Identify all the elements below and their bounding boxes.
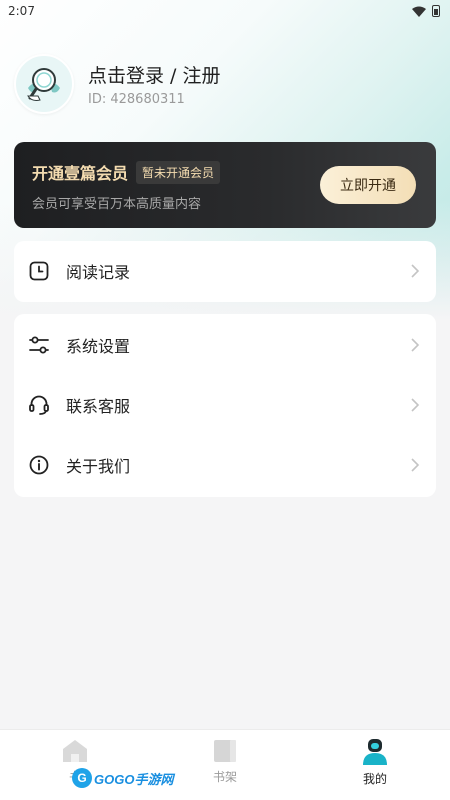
nav-tab-bookstore[interactable]: 书 — [0, 730, 150, 800]
watermark-text: GOGO手游网 — [94, 771, 174, 787]
watermark: G GOGO手游网 — [72, 768, 173, 788]
status-time: 2:07 — [8, 4, 35, 18]
avatar[interactable] — [14, 54, 74, 114]
settings-card: 系统设置 联系客服 关于我们 — [14, 314, 436, 497]
menu-item-label: 系统设置 — [66, 337, 131, 356]
watermark-logo: G — [72, 768, 92, 788]
vip-title: 开通壹篇会员 — [32, 164, 129, 183]
home-icon — [63, 740, 87, 762]
menu-item-label: 关于我们 — [66, 457, 131, 476]
bookshelf-icon — [214, 740, 236, 762]
nav-tab-profile[interactable]: 我的 — [300, 730, 450, 800]
chevron-right-icon — [411, 264, 420, 278]
profile-icon — [363, 739, 387, 765]
chevron-right-icon — [411, 398, 420, 412]
menu-item-label: 阅读记录 — [66, 263, 131, 282]
nav-label: 我的 — [362, 772, 387, 786]
headset-icon — [28, 394, 50, 416]
info-icon — [28, 454, 50, 476]
login-register-link[interactable]: 点击登录 / 注册 — [88, 61, 220, 88]
avatar-magnifier-icon — [27, 68, 60, 101]
vip-status-badge: 暂未开通会员 — [136, 160, 221, 184]
profile-header[interactable]: 点击登录 / 注册 ID: 428680311 — [14, 54, 220, 114]
menu-item-about-us[interactable]: 关于我们 — [14, 435, 436, 495]
status-icons — [412, 5, 440, 17]
menu-item-reading-history[interactable]: 阅读记录 — [14, 241, 436, 301]
clock-icon — [28, 260, 50, 282]
profile-text: 点击登录 / 注册 ID: 428680311 — [88, 61, 220, 107]
bottom-nav: 书 书架 我的 — [0, 729, 450, 800]
battery-icon — [432, 5, 440, 17]
status-bar: 2:07 — [0, 0, 450, 22]
vip-open-button[interactable]: 立即开通 — [320, 166, 416, 204]
nav-tab-bookshelf[interactable]: 书架 — [150, 730, 300, 800]
menu-item-label: 联系客服 — [66, 397, 131, 416]
reading-history-card: 阅读记录 — [14, 241, 436, 302]
menu-item-system-settings[interactable]: 系统设置 — [14, 315, 436, 375]
chevron-right-icon — [411, 458, 420, 472]
user-id: ID: 428680311 — [88, 92, 185, 107]
sliders-icon — [28, 334, 50, 356]
wifi-icon — [412, 6, 426, 17]
vip-card[interactable]: 开通壹篇会员 暂未开通会员 会员可享受百万本高质量内容 立即开通 — [14, 142, 436, 228]
nav-label: 书架 — [212, 770, 237, 784]
chevron-right-icon — [411, 338, 420, 352]
menu-item-customer-service[interactable]: 联系客服 — [14, 375, 436, 435]
